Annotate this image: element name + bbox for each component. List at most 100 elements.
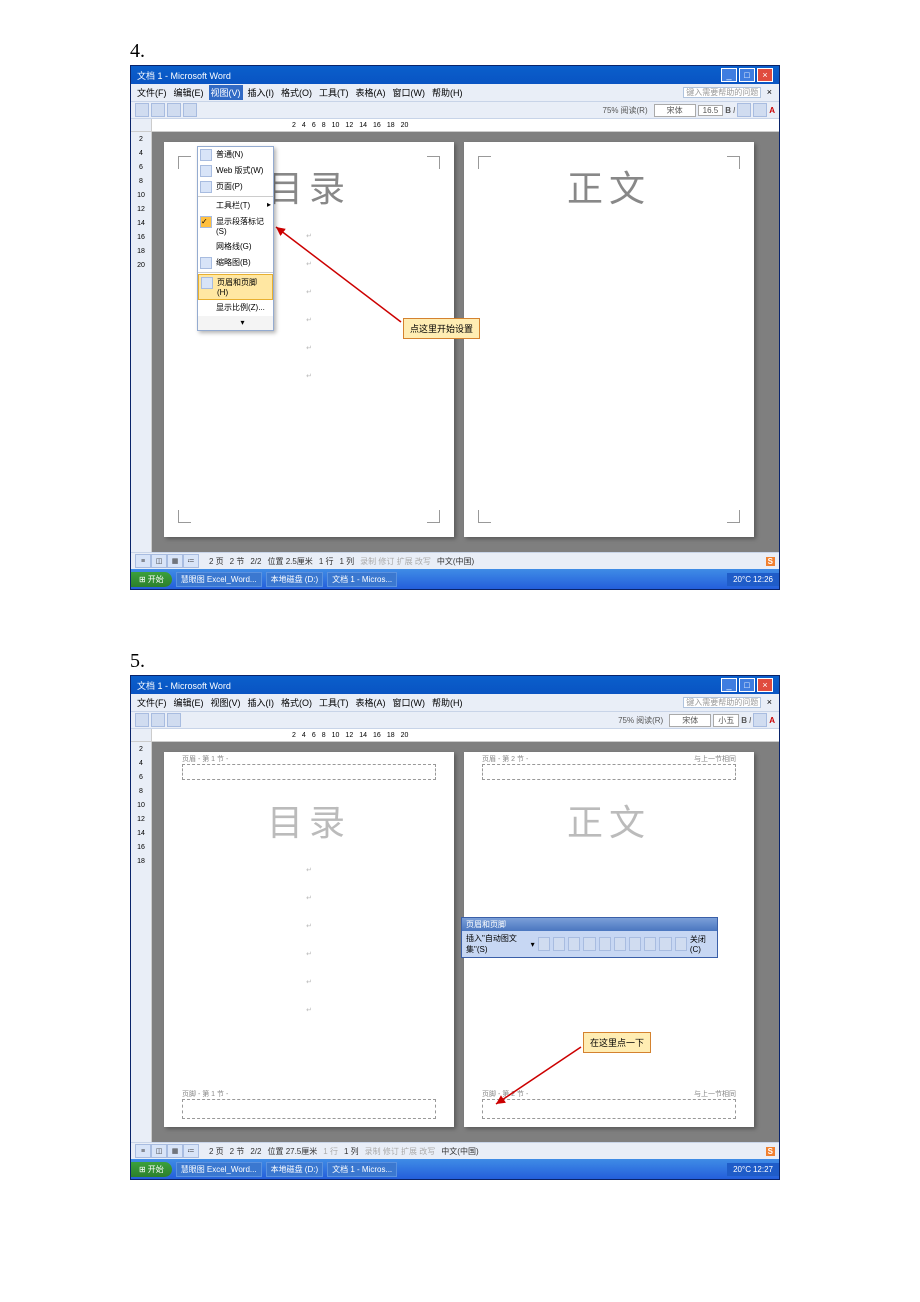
font-color-button[interactable]: A <box>769 106 775 115</box>
doc-close-button[interactable]: × <box>764 87 775 97</box>
view-web-icon[interactable]: ◫ <box>151 554 167 568</box>
view-normal-icon[interactable]: ≡ <box>135 1144 151 1158</box>
menu-tools[interactable]: 工具(T) <box>317 85 351 100</box>
list-button[interactable] <box>753 103 767 117</box>
taskbar-word[interactable]: 文档 1 - Micros... <box>327 1162 397 1177</box>
hf-time-icon[interactable] <box>599 937 611 951</box>
header-area-2[interactable] <box>482 764 736 780</box>
menu-view[interactable]: 视图(V) <box>209 85 243 100</box>
document-page-2[interactable]: 正文 <box>464 142 754 537</box>
new-icon[interactable] <box>135 713 149 727</box>
ime-indicator[interactable]: S <box>766 1147 775 1156</box>
header-label-2: 页眉 - 第 2 节 - <box>482 754 528 764</box>
menu-file[interactable]: 文件(F) <box>135 85 169 100</box>
dd-thumbnails[interactable]: 缩略图(B) <box>198 255 273 271</box>
hf-autotext-button[interactable]: 插入"自动图文集"(S) <box>466 933 528 955</box>
ime-indicator[interactable]: S <box>766 557 775 566</box>
document-page-1[interactable]: 页眉 - 第 1 节 - 目录 ↵↵↵↵↵↵ 页脚 - 第 1 节 - <box>164 752 454 1127</box>
hf-pagenumber-icon[interactable] <box>538 937 550 951</box>
menu-file[interactable]: 文件(F) <box>135 695 169 710</box>
font-size[interactable]: 小五 <box>713 714 739 727</box>
hf-next-icon[interactable] <box>675 937 687 951</box>
menu-tools[interactable]: 工具(T) <box>317 695 351 710</box>
save-icon[interactable] <box>167 103 181 117</box>
doc-close-button[interactable]: × <box>764 697 775 707</box>
help-search-box[interactable]: 键入需要帮助的问题 <box>683 87 761 98</box>
menu-insert[interactable]: 插入(I) <box>246 695 277 710</box>
align-button[interactable] <box>753 713 767 727</box>
status-pagecount: 2/2 <box>250 557 261 566</box>
view-web-icon[interactable]: ◫ <box>151 1144 167 1158</box>
view-normal-icon[interactable]: ≡ <box>135 554 151 568</box>
maximize-button[interactable]: □ <box>739 678 755 692</box>
close-button[interactable]: × <box>757 68 773 82</box>
save-icon[interactable] <box>167 713 181 727</box>
italic-button[interactable]: I <box>733 106 735 115</box>
hf-date-icon[interactable] <box>583 937 595 951</box>
menu-window[interactable]: 窗口(W) <box>391 85 428 100</box>
menu-format[interactable]: 格式(O) <box>279 85 314 100</box>
hf-format-pagenumber-icon[interactable] <box>568 937 580 951</box>
menu-edit[interactable]: 编辑(E) <box>172 695 206 710</box>
start-button[interactable]: ⊞开始 <box>131 1162 172 1177</box>
menu-table[interactable]: 表格(A) <box>354 695 388 710</box>
bold-button[interactable]: B <box>741 716 747 725</box>
header-area-1[interactable] <box>182 764 436 780</box>
dd-web[interactable]: Web 版式(W) <box>198 163 273 179</box>
font-size[interactable]: 16.5 <box>698 105 724 116</box>
close-button[interactable]: × <box>757 678 773 692</box>
open-icon[interactable] <box>151 103 165 117</box>
menu-help[interactable]: 帮助(H) <box>430 695 465 710</box>
bold-button[interactable]: B <box>725 106 731 115</box>
minimize-button[interactable]: _ <box>721 678 737 692</box>
header-footer-toolbar[interactable]: 页眉和页脚 插入"自动图文集"(S)▾ 关闭(C) <box>461 917 718 958</box>
taskbar-disk[interactable]: 本地磁盘 (D:) <box>266 1162 324 1177</box>
font-selector[interactable]: 宋体 <box>654 104 696 117</box>
align-button[interactable] <box>737 103 751 117</box>
dd-page[interactable]: 页面(P) <box>198 179 273 195</box>
menu-view[interactable]: 视图(V) <box>209 695 243 710</box>
italic-button[interactable]: I <box>749 716 751 725</box>
hf-link-to-previous-icon[interactable] <box>629 937 641 951</box>
hf-pagesetup-icon[interactable] <box>614 937 626 951</box>
dd-gridlines[interactable]: 网格线(G) <box>198 239 273 255</box>
taskbar-excel[interactable]: 慧眼图 Excel_Word... <box>176 1162 262 1177</box>
menu-format[interactable]: 格式(O) <box>279 695 314 710</box>
dd-zoom[interactable]: 显示比例(Z)... <box>198 300 273 316</box>
taskbar-excel[interactable]: 慧眼图 Excel_Word... <box>176 572 262 587</box>
view-outline-icon[interactable]: ≔ <box>183 1144 199 1158</box>
view-print-icon[interactable]: ▦ <box>167 554 183 568</box>
dd-header-footer[interactable]: 页眉和页脚(H) <box>198 274 273 300</box>
print-icon[interactable] <box>183 103 197 117</box>
menu-edit[interactable]: 编辑(E) <box>172 85 206 100</box>
footer-area-1[interactable] <box>182 1099 436 1119</box>
hf-prev-icon[interactable] <box>659 937 671 951</box>
dd-paramarks[interactable]: ✓显示段落标记(S) <box>198 214 273 239</box>
taskbar-word[interactable]: 文档 1 - Micros... <box>327 572 397 587</box>
hf-pagecount-icon[interactable] <box>553 937 565 951</box>
view-print-icon[interactable]: ▦ <box>167 1144 183 1158</box>
menu-insert[interactable]: 插入(I) <box>246 85 277 100</box>
start-button[interactable]: ⊞开始 <box>131 572 172 587</box>
font-color-button[interactable]: A <box>769 716 775 725</box>
menu-table[interactable]: 表格(A) <box>354 85 388 100</box>
zoom-value[interactable]: 75% <box>618 716 634 725</box>
open-icon[interactable] <box>151 713 165 727</box>
dd-normal[interactable]: 普通(N) <box>198 147 273 163</box>
hf-close-button[interactable]: 关闭(C) <box>690 934 713 954</box>
view-outline-icon[interactable]: ≔ <box>183 554 199 568</box>
maximize-button[interactable]: □ <box>739 68 755 82</box>
minimize-button[interactable]: _ <box>721 68 737 82</box>
zoom-value[interactable]: 75% <box>603 106 619 115</box>
read-button[interactable]: 阅读(R) <box>636 715 663 726</box>
menu-help[interactable]: 帮助(H) <box>430 85 465 100</box>
taskbar-disk[interactable]: 本地磁盘 (D:) <box>266 572 324 587</box>
help-search-box[interactable]: 键入需要帮助的问题 <box>683 697 761 708</box>
dd-expand[interactable]: ▾ <box>198 316 273 330</box>
new-icon[interactable] <box>135 103 149 117</box>
read-button[interactable]: 阅读(R) <box>621 105 648 116</box>
dd-toolbars[interactable]: 工具栏(T)▸ <box>198 198 273 214</box>
hf-switch-icon[interactable] <box>644 937 656 951</box>
font-selector[interactable]: 宋体 <box>669 714 711 727</box>
menu-window[interactable]: 窗口(W) <box>391 695 428 710</box>
